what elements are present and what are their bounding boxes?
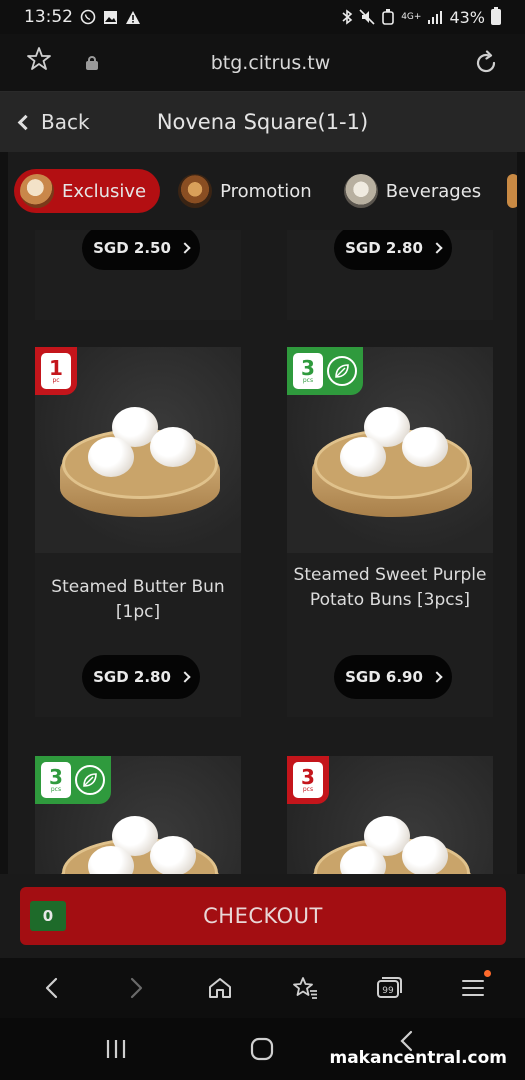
quantity-badge: 3 pcs [35, 756, 111, 804]
alarm-icon [381, 9, 395, 25]
tabs-icon: 99 [376, 977, 402, 998]
product-image[interactable]: 1 pc [35, 347, 241, 553]
bluetooth-icon [341, 9, 353, 25]
whatsapp-icon [80, 9, 96, 25]
notification-dot [483, 970, 491, 977]
product-card[interactable]: 1 pc Steamed Butter Bun [1pc] SGD 2.80 [35, 347, 241, 717]
gallery-icon [103, 10, 118, 25]
back-label: Back [41, 110, 90, 134]
chevron-left-icon [45, 977, 58, 999]
exclusive-icon [20, 174, 54, 208]
product-card[interactable]: 3 pcs [287, 756, 493, 874]
quantity-badge-number: 3 pcs [293, 762, 323, 798]
reload-icon[interactable] [473, 49, 499, 76]
chevron-left-icon [17, 114, 34, 130]
price-button[interactable]: SGD 6.90 [334, 655, 452, 699]
warning-icon [125, 10, 141, 25]
browser-menu-button[interactable] [451, 966, 495, 1010]
product-image[interactable]: 3 pcs [287, 347, 493, 553]
watermark: makancentral.com [329, 1048, 507, 1068]
cart-count-badge: 0 [30, 901, 66, 931]
more-category-icon [507, 174, 517, 208]
bun-steamer-image [312, 407, 472, 517]
product-name: Steamed Sweet Purple Potato Buns [3pcs] [293, 565, 487, 610]
checkout-bar: 0 CHECKOUT [0, 874, 525, 958]
system-nav-bar: makancentral.com [0, 1018, 525, 1080]
quantity-badge: 3 pcs [287, 756, 329, 804]
product-name: Steamed Butter Bun [1pc] [51, 577, 225, 622]
browser-forward-button[interactable] [114, 966, 158, 1010]
price-text: SGD 2.80 [93, 668, 171, 686]
chevron-right-icon [431, 671, 443, 683]
price-text: SGD 6.90 [345, 668, 423, 686]
browser-back-button[interactable] [30, 966, 74, 1010]
bun-steamer-image [60, 407, 220, 517]
network-type: 4G+ [401, 11, 422, 22]
chevron-right-icon [179, 242, 191, 254]
quantity-badge: 1 pc [35, 347, 77, 395]
lock-icon[interactable] [86, 55, 98, 70]
quantity-badge: 3 pcs [287, 347, 363, 395]
battery-icon [491, 7, 501, 25]
page-header: Back Novena Square(1-1) [0, 92, 525, 152]
browser-home-button[interactable] [198, 966, 242, 1010]
tab-beverages[interactable]: Beverages [338, 169, 495, 213]
price-button[interactable]: SGD 2.80 [82, 655, 200, 699]
product-card[interactable]: 3 pcs Steamed Sweet Purple Potato Buns [… [287, 347, 493, 717]
price-text: SGD 2.80 [345, 239, 423, 257]
tab-label: Beverages [385, 180, 482, 202]
home-icon [209, 978, 232, 998]
recent-apps-button[interactable] [104, 1036, 128, 1062]
svg-text:99: 99 [382, 986, 394, 996]
recent-apps-icon [106, 1040, 126, 1058]
product-image[interactable]: 3 pcs [287, 756, 493, 874]
home-circle-icon [250, 1037, 274, 1061]
bun-steamer-image [312, 816, 472, 874]
browser-url-bar: btg.citrus.tw [0, 34, 525, 92]
chevron-right-icon [179, 671, 191, 683]
bookmarks-star-icon [292, 977, 317, 999]
back-button[interactable]: Back [0, 110, 150, 134]
battery-percent: 43% [449, 7, 485, 27]
menu-content[interactable]: Exclusive Promotion Beverages SGD 2.50 S… [8, 152, 517, 874]
vegetarian-leaf-icon [75, 765, 105, 795]
price-button[interactable]: SGD 2.50 [82, 226, 200, 270]
tab-label: Promotion [220, 180, 312, 202]
promotion-icon [178, 174, 213, 208]
checkout-button[interactable]: 0 CHECKOUT [20, 887, 506, 945]
home-system-button[interactable] [250, 1036, 274, 1062]
chevron-right-icon [431, 242, 443, 254]
hamburger-menu-icon [461, 980, 484, 996]
tab-exclusive[interactable]: Exclusive [14, 169, 161, 213]
mute-icon [359, 9, 375, 25]
signal-icon [427, 10, 443, 24]
category-tabs: Exclusive Promotion Beverages [8, 152, 517, 230]
quantity-badge-number: 3 pcs [41, 762, 71, 798]
product-card[interactable]: 3 pcs [35, 756, 241, 874]
quantity-badge-number: 1 pc [41, 353, 71, 389]
beverages-icon [343, 174, 378, 208]
tab-more[interactable] [507, 169, 517, 213]
browser-bookmarks-button[interactable] [283, 966, 327, 1010]
vegetarian-leaf-icon [327, 356, 357, 386]
status-bar: 13:52 4G+ 43% [0, 0, 525, 34]
tab-promotion[interactable]: Promotion [172, 169, 326, 213]
status-time: 13:52 [24, 7, 73, 27]
bun-steamer-image [60, 816, 220, 874]
product-image[interactable]: 3 pcs [35, 756, 241, 874]
tab-label: Exclusive [62, 180, 147, 202]
browser-bottom-nav: 99 [0, 958, 525, 1018]
price-button[interactable]: SGD 2.80 [334, 226, 452, 270]
browser-tabs-button[interactable]: 99 [367, 966, 411, 1010]
url-text[interactable]: btg.citrus.tw [98, 52, 443, 74]
checkout-label: CHECKOUT [203, 904, 323, 928]
price-text: SGD 2.50 [93, 239, 171, 257]
bookmark-star-icon[interactable] [26, 46, 56, 79]
chevron-right-icon [131, 977, 143, 999]
quantity-badge-number: 3 pcs [293, 353, 323, 389]
